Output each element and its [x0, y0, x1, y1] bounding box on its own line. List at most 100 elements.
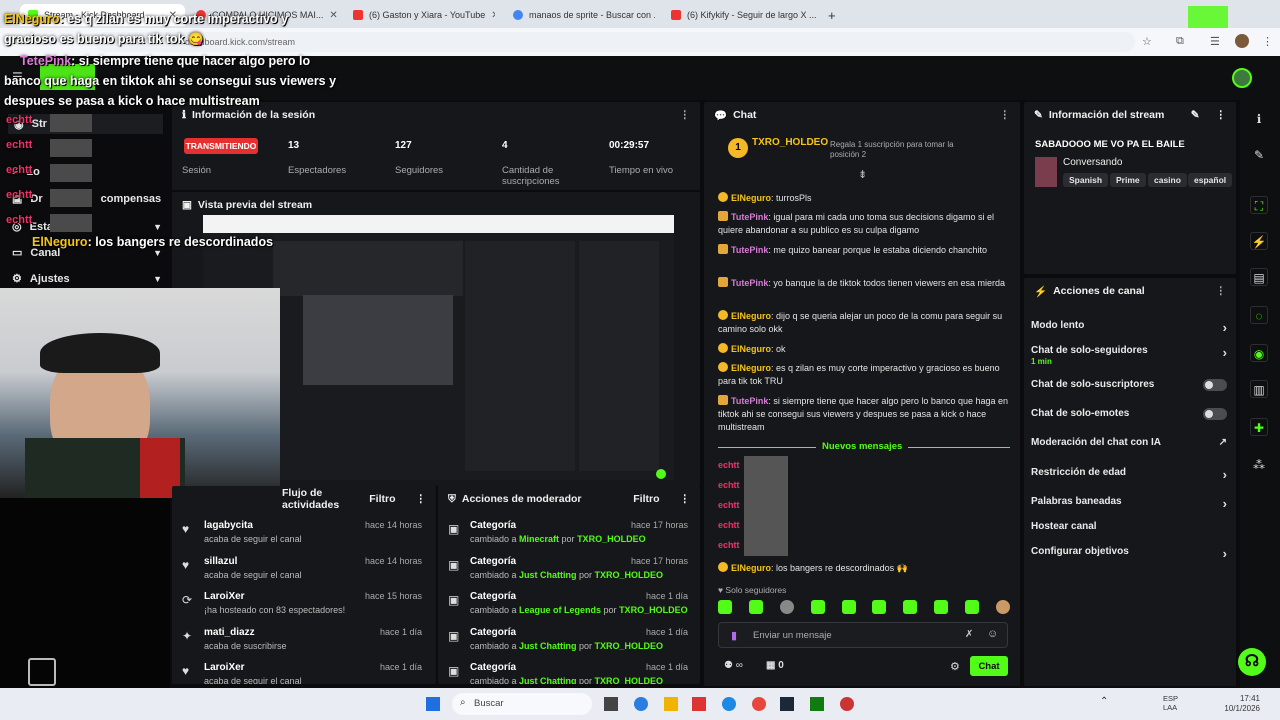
broadcast-icon[interactable]: ◉: [1250, 344, 1268, 362]
mod-action-row[interactable]: ▣ Categoría cambiado a Just Chatting por T…: [438, 660, 696, 684]
emote-icon[interactable]: [779, 600, 794, 614]
channel-action-item[interactable]: Chat de solo-suscriptores: [1031, 379, 1227, 391]
moderator-name[interactable]: TXRO_HOLDEO: [619, 605, 688, 615]
channel-action-item[interactable]: Chat de solo-emotes: [1031, 408, 1227, 420]
stream-category[interactable]: Conversando: [1063, 157, 1122, 168]
wrench-icon[interactable]: ✚: [1250, 418, 1268, 436]
close-icon[interactable]: ✕: [491, 10, 495, 21]
moderator-name[interactable]: TXRO_HOLDEO: [595, 570, 664, 580]
chat-username[interactable]: TutePink: [731, 212, 768, 222]
mod-action-row[interactable]: ▣ Categoría cambiado a Just Chatting por T…: [438, 625, 696, 661]
more-options-icon[interactable]: ⋮: [416, 493, 427, 505]
emote-icon[interactable]: [903, 600, 918, 614]
toggle-switch[interactable]: [1203, 408, 1227, 420]
category-name[interactable]: Just Chatting: [519, 676, 577, 684]
kick-emote-icon[interactable]: ✗: [965, 629, 973, 640]
category-name[interactable]: League of Legends: [519, 605, 601, 615]
channel-action-item[interactable]: Palabras baneadas ›: [1031, 496, 1227, 511]
channel-action-item[interactable]: Configurar objetivos ›: [1031, 546, 1227, 561]
toggle-switch[interactable]: [1203, 379, 1227, 391]
chat-settings-icon[interactable]: ⚙: [950, 660, 960, 673]
app-icon[interactable]: [840, 697, 854, 711]
extensions-icon[interactable]: ⧉: [1176, 35, 1184, 48]
chat-username[interactable]: ElNeguro: [731, 193, 771, 203]
chat-username[interactable]: TutePink: [731, 245, 768, 255]
more-options-icon[interactable]: ⋮: [680, 109, 691, 121]
clock[interactable]: 17:41 10/1/2026: [1220, 694, 1260, 714]
channel-action-item[interactable]: Restricción de edad ›: [1031, 467, 1227, 482]
chat-send-button[interactable]: Chat: [970, 656, 1008, 676]
url-field[interactable]: dashboard.kick.com/stream: [95, 32, 1135, 52]
emote-icon[interactable]: [718, 600, 732, 614]
activity-row[interactable]: ♥ lagabycita acaba de seguir el canal hace …: [172, 518, 430, 554]
collapse-icon[interactable]: ⇟: [858, 168, 867, 181]
taskbar-search[interactable]: ⌕ Buscar: [452, 693, 592, 715]
filter-button[interactable]: Filtro: [369, 493, 395, 505]
mod-action-row[interactable]: ▣ Categoría cambiado a League of Legends p…: [438, 589, 696, 625]
gift-prompt[interactable]: Regala 1 suscripción para tomar la posic…: [830, 140, 980, 160]
emote-icon[interactable]: [748, 600, 763, 614]
emote-icon[interactable]: [872, 600, 887, 614]
activity-row[interactable]: ⟳ LaroiXer ¡ha hosteado con 83 espectadore…: [172, 589, 430, 625]
channel-action-item[interactable]: Hostear canal: [1031, 521, 1227, 532]
user-avatar[interactable]: [1232, 68, 1252, 88]
help-icon[interactable]: ☊: [1238, 648, 1266, 676]
emote-icon[interactable]: [965, 600, 979, 614]
emote-icon[interactable]: [841, 600, 856, 614]
activity-user[interactable]: mati_diazz: [204, 627, 255, 638]
more-options-icon[interactable]: ⋮: [1216, 285, 1227, 297]
moderator-name[interactable]: TXRO_HOLDEO: [577, 534, 646, 544]
windows-start-icon[interactable]: [426, 697, 440, 711]
mod-action-row[interactable]: ▣ Categoría cambiado a Just Chatting por T…: [438, 554, 696, 590]
chat-username[interactable]: ElNeguro: [731, 311, 771, 321]
emote-icon[interactable]: [995, 600, 1010, 614]
activity-row[interactable]: ✦ mati_diazz acaba de suscribirse hace 1 dí…: [172, 625, 430, 661]
activity-row[interactable]: ♥ sillazul acaba de seguir el canal hace 14…: [172, 554, 430, 590]
chrome-icon[interactable]: [752, 697, 766, 711]
category-name[interactable]: Just Chatting: [519, 570, 577, 580]
microphone-icon[interactable]: ▮: [731, 629, 737, 642]
mod-action-row[interactable]: ▣ Categoría cambiado a Minecraft por TXRO_…: [438, 518, 696, 554]
more-options-icon[interactable]: ⋮: [680, 493, 691, 505]
chat-username[interactable]: ElNeguro: [731, 563, 771, 573]
top-gifter-name[interactable]: TXRO_HOLDEO: [752, 137, 828, 148]
moderator-name[interactable]: TXRO_HOLDEO: [595, 641, 664, 651]
chevron-up-icon[interactable]: ⌃: [1100, 696, 1108, 707]
emoji-icon[interactable]: ☺: [987, 628, 998, 640]
crop-icon[interactable]: ⛶: [1250, 196, 1268, 214]
channel-action-item[interactable]: Chat de solo-seguidores 1 min ›: [1031, 345, 1227, 367]
category-name[interactable]: Minecraft: [519, 534, 559, 544]
browser-menu-icon[interactable]: ⋮: [1262, 35, 1273, 48]
chat-username[interactable]: echtt: [718, 460, 740, 470]
lightning-icon[interactable]: ⚡: [1250, 232, 1268, 250]
gifts-counter[interactable]: ▦ 0: [766, 660, 784, 671]
downloads-icon[interactable]: ☰: [1210, 35, 1220, 48]
moderator-name[interactable]: TXRO_HOLDEO: [595, 676, 664, 684]
browser-tab[interactable]: (6) Gaston y Xiara - YouTube ✕: [345, 4, 495, 26]
info-icon[interactable]: ℹ: [1250, 110, 1268, 128]
explorer-icon[interactable]: [664, 697, 678, 711]
group-icon[interactable]: ⁂: [1250, 456, 1268, 474]
chat-username[interactable]: echtt: [718, 520, 740, 530]
channel-action-item[interactable]: Modo lento ›: [1031, 320, 1227, 335]
activity-user[interactable]: sillazul: [204, 556, 237, 567]
points-counter[interactable]: ⚉ ∞: [724, 660, 743, 671]
nav-item-ajustes[interactable]: ⚙ Ajustes ▼: [12, 272, 162, 286]
edit-icon[interactable]: ✎: [1191, 109, 1200, 121]
language-indicator[interactable]: ESP LAA: [1163, 694, 1178, 712]
chat-username[interactable]: echtt: [718, 540, 740, 550]
close-icon[interactable]: ✕: [329, 10, 337, 21]
pencil-icon[interactable]: ✎: [1250, 146, 1268, 164]
filter-button[interactable]: Filtro: [633, 493, 659, 505]
activity-user[interactable]: LaroiXer: [204, 591, 245, 602]
browser-tab[interactable]: (6) Kifykify - Seguir de largo X ...✕: [663, 4, 818, 26]
layout-icon[interactable]: ▥: [1250, 380, 1268, 398]
browser-tab[interactable]: manaos de sprite - Buscar con ...✕: [505, 4, 655, 26]
activity-row[interactable]: ♥ LaroiXer acaba de seguir el canal hace 1 …: [172, 660, 430, 684]
more-options-icon[interactable]: ⋮: [1000, 109, 1011, 121]
bookmark-star-icon[interactable]: ☆: [1142, 35, 1152, 48]
xbox-icon[interactable]: [810, 697, 824, 711]
emote-icon[interactable]: [934, 600, 949, 614]
task-view-icon[interactable]: [604, 697, 618, 711]
emote-icon[interactable]: [810, 600, 825, 614]
